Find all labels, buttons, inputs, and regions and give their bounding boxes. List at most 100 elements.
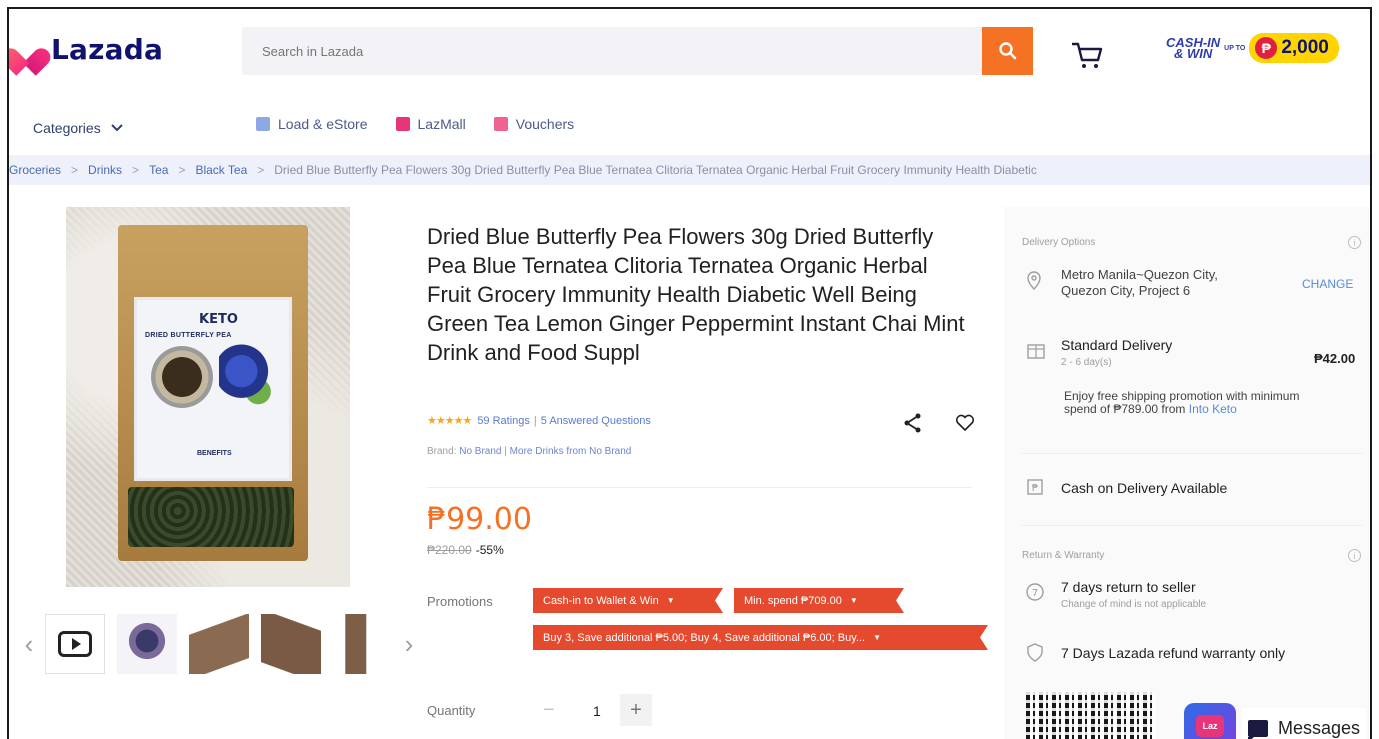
info-icon[interactable]: i <box>1348 236 1361 249</box>
svg-text:₱: ₱ <box>1032 483 1038 494</box>
lazmall-icon <box>395 117 410 131</box>
thumb-image[interactable] <box>333 614 393 674</box>
cash-icon: ₱ <box>1027 479 1043 495</box>
nav-lazmall[interactable]: LazMall <box>395 116 466 132</box>
caret-down-icon: ▼ <box>873 633 881 642</box>
promo-tag-cash-in[interactable]: Cash-in to Wallet & Win ▼ <box>533 588 723 613</box>
delivery-options-title: Delivery Options <box>1022 237 1096 248</box>
divider <box>427 487 972 488</box>
nav-link-label: Vouchers <box>515 116 575 132</box>
breadcrumb-current: Dried Blue Butterfly Pea Flowers 30g Dri… <box>274 163 1037 177</box>
load-estore-icon <box>256 117 270 131</box>
breadcrumb-separator: > <box>132 163 140 177</box>
discount-percent: -55% <box>475 543 504 557</box>
qr-code[interactable] <box>1026 692 1156 739</box>
cart-button[interactable] <box>1069 39 1105 71</box>
search-bar <box>242 27 982 75</box>
lazada-logo[interactable]: Lazada <box>11 33 163 66</box>
lazada-heart-icon <box>11 37 41 63</box>
divider <box>1022 525 1362 526</box>
more-from-brand-link[interactable]: More Drinks from No Brand <box>510 446 632 457</box>
ratings-link[interactable]: 59 Ratings <box>477 415 530 427</box>
promo-tag-label: Cash-in to Wallet & Win <box>543 594 659 607</box>
promo-line2: & WIN <box>1173 46 1213 61</box>
image-leaves <box>128 487 294 547</box>
questions-link[interactable]: 5 Answered Questions <box>541 415 651 427</box>
product-main-image[interactable]: KETO DRIED BUTTERFLY PEA BENEFITS <box>66 207 350 587</box>
thumbnail-strip: ‹ › <box>19 614 419 674</box>
promotions-label: Promotions <box>427 594 493 609</box>
logo-text: Lazada <box>51 33 164 66</box>
info-icon[interactable]: i <box>1348 549 1361 562</box>
breadcrumb-item[interactable]: Groceries <box>9 163 61 177</box>
breadcrumb-item[interactable]: Drinks <box>88 163 122 177</box>
nav-load-estore[interactable]: Load & eStore <box>256 116 368 132</box>
promo-tag-label: Min. spend ₱709.00 <box>744 594 842 607</box>
product-title: Dried Blue Butterfly Pea Flowers 30g Dri… <box>427 224 965 365</box>
sub-navigation: Categories Load & eStore LazMall Voucher… <box>9 87 1370 139</box>
share-button[interactable] <box>902 412 924 434</box>
thumb-image[interactable] <box>117 614 177 674</box>
promo-amount: 2,000 <box>1281 37 1329 58</box>
delivery-panel: Delivery Options i Metro Manila~Quezon C… <box>1004 207 1370 739</box>
image-pouch-label: KETO DRIED BUTTERFLY PEA BENEFITS <box>134 297 292 481</box>
original-price-row: ₱220.00 -55% <box>427 543 504 557</box>
search-input[interactable] <box>242 27 982 75</box>
breadcrumb-item[interactable]: Tea <box>149 163 168 177</box>
heart-icon <box>955 414 975 431</box>
image-bowl <box>151 346 213 408</box>
rating-separator: | <box>533 414 537 427</box>
return-policy-title: 7 days return to seller <box>1061 579 1196 595</box>
messages-button[interactable]: Messages <box>1242 708 1367 739</box>
nav-vouchers[interactable]: Vouchers <box>493 116 575 132</box>
standard-delivery-price: ₱42.00 <box>1314 351 1356 366</box>
wishlist-button[interactable] <box>954 412 976 434</box>
quantity-increase-button[interactable]: + <box>620 694 652 726</box>
laz-app-label: Laz <box>1196 714 1224 737</box>
header: Lazada CASH-IN & WIN UP TO ₱ <box>9 9 1370 87</box>
standard-delivery-days: 2 - 6 day(s) <box>1061 357 1112 368</box>
store-link[interactable]: Into Keto <box>1189 402 1237 416</box>
promo-tag-min-spend[interactable]: Min. spend ₱709.00 ▼ <box>734 588 904 613</box>
svg-text:7: 7 <box>1032 588 1038 599</box>
promo-tag-bundle[interactable]: Buy 3, Save additional ₱5.00; Buy 4, Sav… <box>533 625 988 650</box>
image-brand-text: KETO <box>199 312 238 327</box>
warranty-text: 7 Days Lazada refund warranty only <box>1061 645 1286 661</box>
laz-app-icon[interactable]: Laz <box>1184 703 1236 739</box>
thumb-next-arrow[interactable]: › <box>399 629 419 660</box>
search-button[interactable] <box>982 27 1033 75</box>
nav-links: Load & eStore LazMall Vouchers <box>256 116 574 132</box>
thumb-prev-arrow[interactable]: ‹ <box>19 629 39 660</box>
peso-icon: ₱ <box>1255 37 1278 59</box>
thumb-image[interactable] <box>261 614 321 674</box>
return-policy-note: Change of mind is not applicable <box>1061 599 1207 610</box>
quantity-decrease-button[interactable]: − <box>543 699 555 722</box>
promo-upto: UP TO <box>1224 44 1246 52</box>
standard-delivery-title: Standard Delivery <box>1061 337 1173 353</box>
free-shipping-text: Enjoy free shipping promotion with minim… <box>1064 389 1300 416</box>
nav-link-label: LazMall <box>417 116 466 132</box>
breadcrumb: Groceries > Drinks > Tea > Black Tea > D… <box>9 155 1370 185</box>
thumb-image[interactable] <box>189 614 249 674</box>
image-flower <box>219 344 275 412</box>
brand-row: Brand: No Brand | More Drinks from No Br… <box>427 446 631 457</box>
thumb-video[interactable] <box>45 614 105 674</box>
categories-dropdown[interactable]: Categories <box>33 120 123 136</box>
rating-stars: ★★★★★ <box>427 415 472 427</box>
cash-on-delivery-text: Cash on Delivery Available <box>1061 480 1228 496</box>
original-price: ₱220.00 <box>427 543 472 557</box>
cash-in-win-banner[interactable]: CASH-IN & WIN UP TO ₱ 2,000 <box>1166 33 1339 63</box>
current-price: ₱99.00 <box>427 502 532 537</box>
chevron-down-icon <box>110 124 123 132</box>
shield-icon <box>1027 643 1043 662</box>
caret-down-icon: ▼ <box>849 596 858 605</box>
promo-tag-label: Buy 3, Save additional ₱5.00; Buy 4, Sav… <box>543 631 866 644</box>
breadcrumb-separator: > <box>257 163 265 177</box>
quantity-label: Quantity <box>427 703 476 718</box>
image-benefits-text: BENEFITS <box>197 450 232 457</box>
quantity-value[interactable]: 1 <box>593 703 601 719</box>
brand-link[interactable]: No Brand <box>459 446 501 457</box>
breadcrumb-item[interactable]: Black Tea <box>195 163 247 177</box>
breadcrumb-separator: > <box>71 163 79 177</box>
change-location-link[interactable]: CHANGE <box>1302 277 1353 291</box>
